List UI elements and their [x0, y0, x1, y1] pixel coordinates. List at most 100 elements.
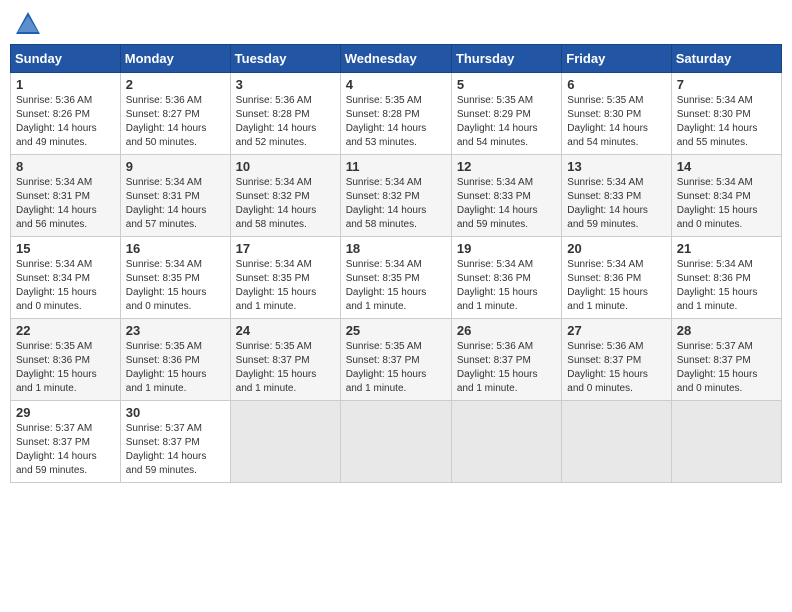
day-info: Sunrise: 5:34 AM Sunset: 8:34 PM Dayligh… [16, 258, 115, 314]
day-info: Sunrise: 5:36 AM Sunset: 8:26 PM Dayligh… [16, 94, 115, 150]
day-info: Sunrise: 5:34 AM Sunset: 8:35 PM Dayligh… [126, 258, 225, 314]
day-info: Sunrise: 5:34 AM Sunset: 8:33 PM Dayligh… [457, 176, 556, 232]
day-info: Sunrise: 5:34 AM Sunset: 8:31 PM Dayligh… [126, 176, 225, 232]
calendar-cell: 10 Sunrise: 5:34 AM Sunset: 8:32 PM Dayli… [230, 155, 340, 237]
calendar-cell [230, 401, 340, 483]
calendar-cell: 7 Sunrise: 5:34 AM Sunset: 8:30 PM Daylig… [671, 73, 781, 155]
day-info: Sunrise: 5:36 AM Sunset: 8:27 PM Dayligh… [126, 94, 225, 150]
calendar-cell [562, 401, 671, 483]
day-number: 19 [457, 241, 556, 256]
day-info: Sunrise: 5:37 AM Sunset: 8:37 PM Dayligh… [126, 422, 225, 478]
calendar-cell: 21 Sunrise: 5:34 AM Sunset: 8:36 PM Dayli… [671, 237, 781, 319]
logo-icon [14, 10, 42, 38]
day-info: Sunrise: 5:35 AM Sunset: 8:37 PM Dayligh… [346, 340, 446, 396]
calendar-cell: 18Sunrise: 5:34 AM Sunset: 8:35 PM Dayli… [340, 237, 451, 319]
day-info: Sunrise: 5:35 AM Sunset: 8:36 PM Dayligh… [126, 340, 225, 396]
day-number: 24 [236, 323, 335, 338]
day-number: 7 [677, 77, 776, 92]
day-number: 4 [346, 77, 446, 92]
calendar-cell: 16 Sunrise: 5:34 AM Sunset: 8:35 PM Dayli… [120, 237, 230, 319]
day-info: Sunrise: 5:34 AM Sunset: 8:33 PM Dayligh… [567, 176, 665, 232]
day-number: 11 [346, 159, 446, 174]
day-number: 10 [236, 159, 335, 174]
calendar-cell: 17Sunrise: 5:34 AM Sunset: 8:35 PM Dayli… [230, 237, 340, 319]
day-info: Sunrise: 5:36 AM Sunset: 8:37 PM Dayligh… [457, 340, 556, 396]
day-number: 12 [457, 159, 556, 174]
calendar-cell [451, 401, 561, 483]
day-number: 15 [16, 241, 115, 256]
day-info: Sunrise: 5:37 AM Sunset: 8:37 PM Dayligh… [677, 340, 776, 396]
day-number: 27 [567, 323, 665, 338]
calendar-cell: 20 Sunrise: 5:34 AM Sunset: 8:36 PM Dayli… [562, 237, 671, 319]
calendar-cell: 5 Sunrise: 5:35 AM Sunset: 8:29 PM Daylig… [451, 73, 561, 155]
weekday-header-friday: Friday [562, 45, 671, 73]
weekday-header-saturday: Saturday [671, 45, 781, 73]
day-number: 23 [126, 323, 225, 338]
day-number: 5 [457, 77, 556, 92]
day-info: Sunrise: 5:34 AM Sunset: 8:31 PM Dayligh… [16, 176, 115, 232]
day-info: Sunrise: 5:34 AM Sunset: 8:35 PM Dayligh… [346, 258, 446, 314]
day-info: Sunrise: 5:36 AM Sunset: 8:37 PM Dayligh… [567, 340, 665, 396]
calendar-cell: 27 Sunrise: 5:36 AM Sunset: 8:37 PM Dayli… [562, 319, 671, 401]
weekday-header-tuesday: Tuesday [230, 45, 340, 73]
day-number: 17 [236, 241, 335, 256]
day-number: 8 [16, 159, 115, 174]
calendar-cell: 4 Sunrise: 5:35 AM Sunset: 8:28 PM Daylig… [340, 73, 451, 155]
calendar-cell: 9 Sunrise: 5:34 AM Sunset: 8:31 PM Daylig… [120, 155, 230, 237]
day-number: 21 [677, 241, 776, 256]
calendar-cell: 23 Sunrise: 5:35 AM Sunset: 8:36 PM Dayli… [120, 319, 230, 401]
day-number: 26 [457, 323, 556, 338]
calendar-cell: 2 Sunrise: 5:36 AM Sunset: 8:27 PM Daylig… [120, 73, 230, 155]
day-info: Sunrise: 5:35 AM Sunset: 8:37 PM Dayligh… [236, 340, 335, 396]
day-info: Sunrise: 5:36 AM Sunset: 8:28 PM Dayligh… [236, 94, 335, 150]
day-number: 30 [126, 405, 225, 420]
calendar-cell: 13 Sunrise: 5:34 AM Sunset: 8:33 PM Dayli… [562, 155, 671, 237]
day-number: 20 [567, 241, 665, 256]
calendar-cell: 24 Sunrise: 5:35 AM Sunset: 8:37 PM Dayli… [230, 319, 340, 401]
calendar-week-3: 22Sunrise: 5:35 AM Sunset: 8:36 PM Dayli… [11, 319, 782, 401]
day-number: 9 [126, 159, 225, 174]
day-number: 13 [567, 159, 665, 174]
calendar-cell: 26 Sunrise: 5:36 AM Sunset: 8:37 PM Dayli… [451, 319, 561, 401]
calendar-cell: 15 Sunrise: 5:34 AM Sunset: 8:34 PM Dayli… [11, 237, 121, 319]
day-number: 16 [126, 241, 225, 256]
calendar-cell [340, 401, 451, 483]
calendar-cell: 22Sunrise: 5:35 AM Sunset: 8:36 PM Dayli… [11, 319, 121, 401]
day-number: 6 [567, 77, 665, 92]
calendar-cell [671, 401, 781, 483]
weekday-header-wednesday: Wednesday [340, 45, 451, 73]
day-info: Sunrise: 5:35 AM Sunset: 8:28 PM Dayligh… [346, 94, 446, 150]
calendar-cell: 28 Sunrise: 5:37 AM Sunset: 8:37 PM Dayli… [671, 319, 781, 401]
weekday-header-sunday: Sunday [11, 45, 121, 73]
day-number: 28 [677, 323, 776, 338]
day-number: 25 [346, 323, 446, 338]
day-info: Sunrise: 5:34 AM Sunset: 8:36 PM Dayligh… [567, 258, 665, 314]
calendar-cell: 19 Sunrise: 5:34 AM Sunset: 8:36 PM Dayli… [451, 237, 561, 319]
calendar-cell: 30 Sunrise: 5:37 AM Sunset: 8:37 PM Dayli… [120, 401, 230, 483]
logo [14, 10, 46, 38]
calendar-cell: 29 Sunrise: 5:37 AM Sunset: 8:37 PM Dayli… [11, 401, 121, 483]
calendar-cell: 25 Sunrise: 5:35 AM Sunset: 8:37 PM Dayli… [340, 319, 451, 401]
calendar-week-1: 8 Sunrise: 5:34 AM Sunset: 8:31 PM Daylig… [11, 155, 782, 237]
calendar-cell: 1 Sunrise: 5:36 AM Sunset: 8:26 PM Daylig… [11, 73, 121, 155]
calendar-cell: 8 Sunrise: 5:34 AM Sunset: 8:31 PM Daylig… [11, 155, 121, 237]
calendar-cell: 12 Sunrise: 5:34 AM Sunset: 8:33 PM Dayli… [451, 155, 561, 237]
day-info: Sunrise: 5:37 AM Sunset: 8:37 PM Dayligh… [16, 422, 115, 478]
day-number: 1 [16, 77, 115, 92]
calendar-week-0: 1 Sunrise: 5:36 AM Sunset: 8:26 PM Daylig… [11, 73, 782, 155]
day-info: Sunrise: 5:34 AM Sunset: 8:36 PM Dayligh… [457, 258, 556, 314]
day-number: 2 [126, 77, 225, 92]
day-info: Sunrise: 5:34 AM Sunset: 8:30 PM Dayligh… [677, 94, 776, 150]
day-info: Sunrise: 5:35 AM Sunset: 8:29 PM Dayligh… [457, 94, 556, 150]
day-number: 3 [236, 77, 335, 92]
header [10, 10, 782, 38]
day-info: Sunrise: 5:35 AM Sunset: 8:30 PM Dayligh… [567, 94, 665, 150]
weekday-header-thursday: Thursday [451, 45, 561, 73]
day-info: Sunrise: 5:34 AM Sunset: 8:36 PM Dayligh… [677, 258, 776, 314]
calendar-table: SundayMondayTuesdayWednesdayThursdayFrid… [10, 44, 782, 483]
day-info: Sunrise: 5:34 AM Sunset: 8:32 PM Dayligh… [236, 176, 335, 232]
calendar-week-2: 15 Sunrise: 5:34 AM Sunset: 8:34 PM Dayli… [11, 237, 782, 319]
calendar-cell: 3 Sunrise: 5:36 AM Sunset: 8:28 PM Daylig… [230, 73, 340, 155]
calendar-cell: 6 Sunrise: 5:35 AM Sunset: 8:30 PM Daylig… [562, 73, 671, 155]
day-number: 29 [16, 405, 115, 420]
